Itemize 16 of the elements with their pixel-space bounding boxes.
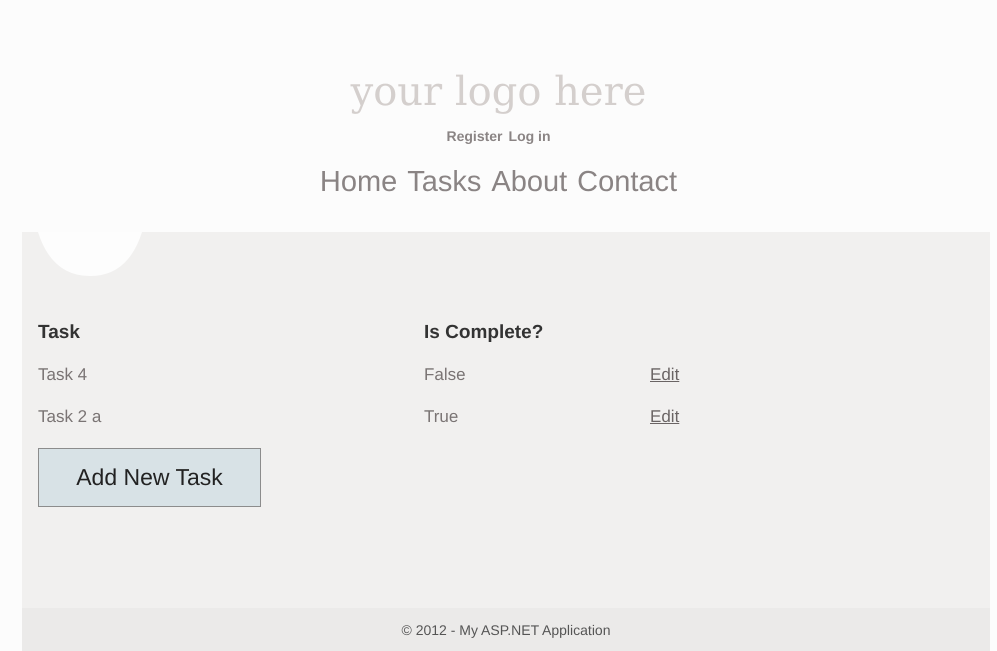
table-cell-text: False xyxy=(424,365,467,385)
account-link[interactable]: Register xyxy=(446,128,503,144)
column-header: Task xyxy=(38,322,81,344)
nav-link[interactable]: Home xyxy=(320,166,398,199)
nav-link[interactable]: About xyxy=(491,166,568,199)
nav-link[interactable]: Tasks xyxy=(407,166,482,199)
nav-link[interactable]: Contact xyxy=(577,166,678,199)
edit-link[interactable]: Edit xyxy=(650,407,750,427)
footer-text: © 2012 - My ASP.NET Application xyxy=(401,622,611,638)
table-cell-text: Task 4 xyxy=(38,365,88,385)
add-task-button[interactable]: Add New Task xyxy=(38,448,261,507)
edit-link[interactable]: Edit xyxy=(650,365,750,385)
table-cell-text: Task 2 a xyxy=(38,407,102,427)
table-cell-text: True xyxy=(424,407,460,427)
column-header: Is Complete? xyxy=(424,322,544,344)
account-link[interactable]: Log in xyxy=(508,128,551,144)
